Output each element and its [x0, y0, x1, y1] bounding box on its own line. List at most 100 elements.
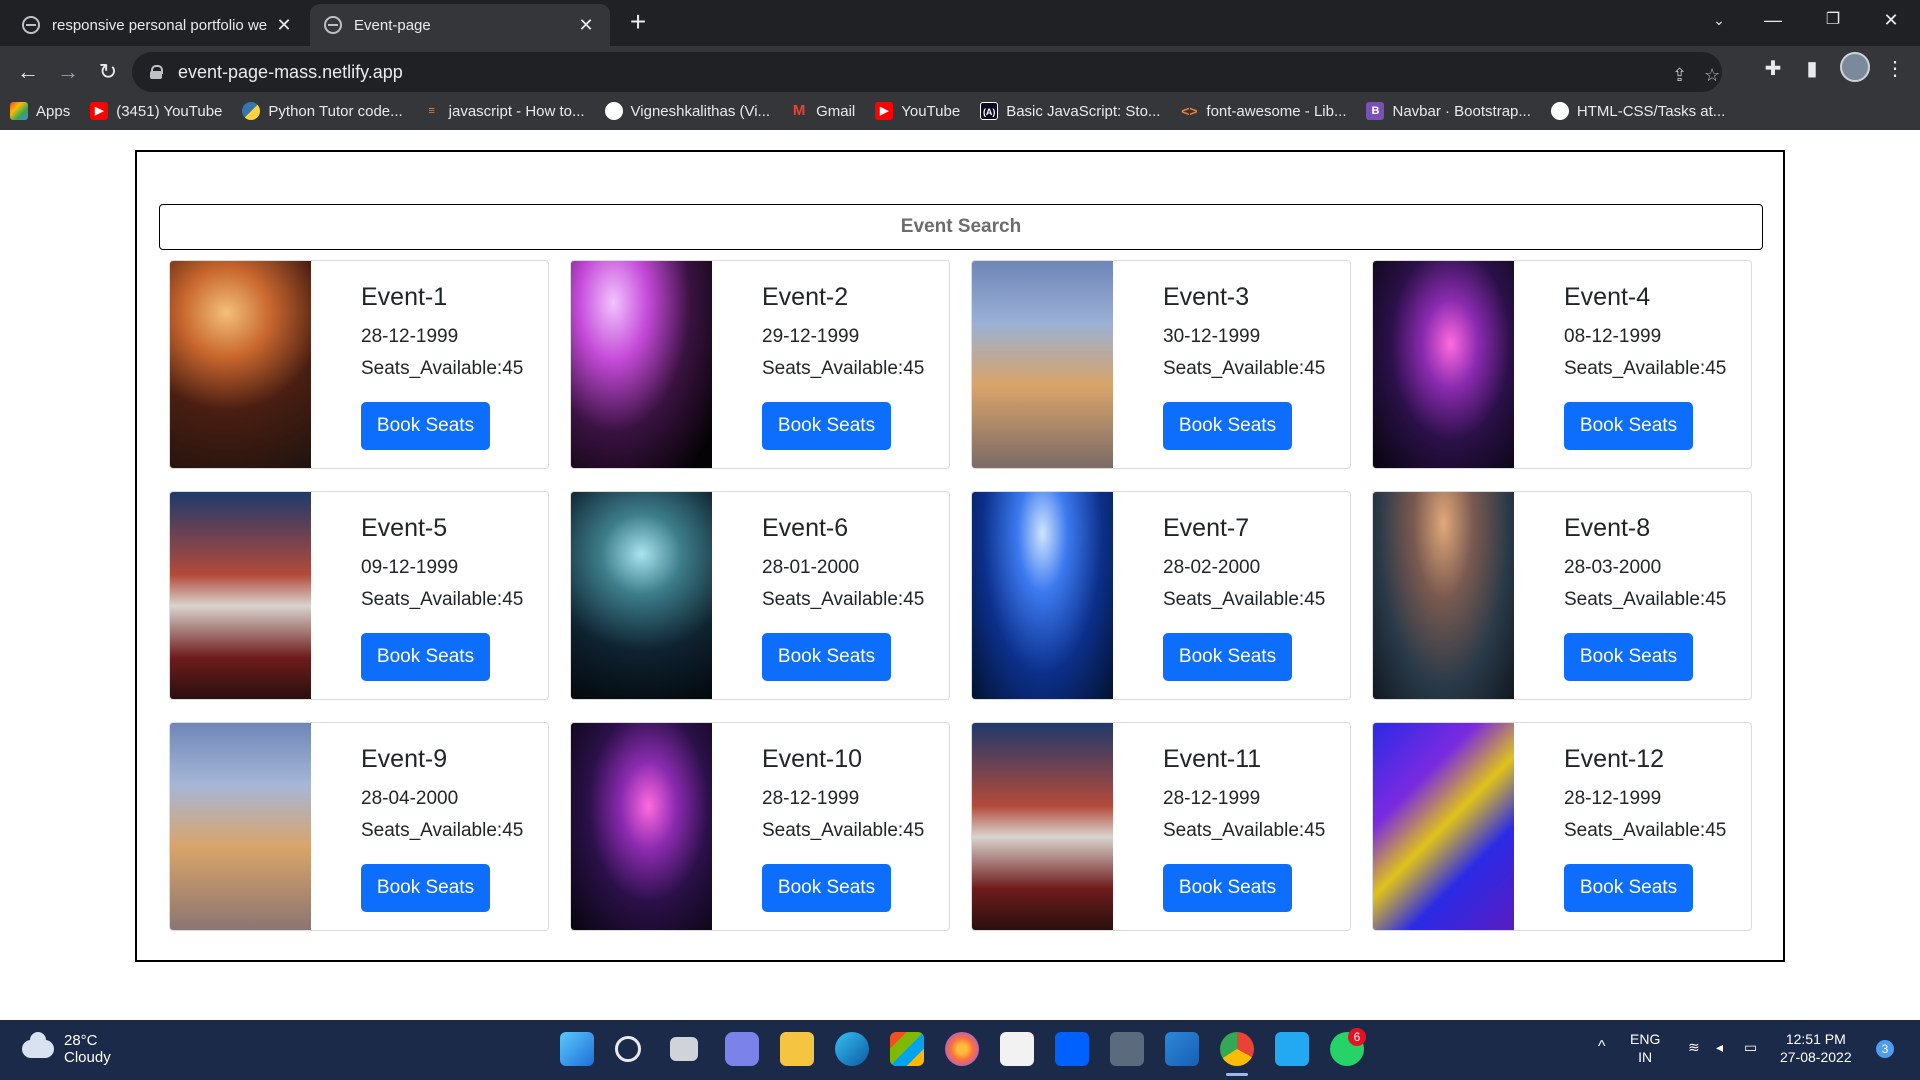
- event-title: Event-12: [1564, 745, 1665, 773]
- chrome-icon[interactable]: [1220, 1032, 1254, 1066]
- bookmark-label: HTML-CSS/Tasks at...: [1576, 102, 1726, 120]
- book-seats-button[interactable]: Book Seats: [762, 402, 891, 450]
- book-seats-button[interactable]: Book Seats: [1163, 633, 1292, 681]
- globe-icon: [324, 16, 342, 34]
- globe-icon: [22, 16, 40, 34]
- battery-icon[interactable]: ▭: [1744, 1038, 1757, 1056]
- file-explorer-icon[interactable]: [780, 1032, 814, 1066]
- card-body: Event-10 28-12-1999 Seats_Available:45 B…: [712, 723, 924, 930]
- book-seats-button[interactable]: Book Seats: [1564, 864, 1693, 912]
- event-image: [571, 492, 712, 699]
- profile-avatar[interactable]: [1840, 52, 1870, 82]
- tab-search-icon[interactable]: ⌄: [1692, 0, 1746, 40]
- vscode-icon[interactable]: [1275, 1032, 1309, 1066]
- bookmark-font-awesome[interactable]: <> font-awesome - Lib...: [1180, 102, 1346, 120]
- teams-chat-icon[interactable]: [725, 1032, 759, 1066]
- bookmark-bootstrap-navbar[interactable]: B Navbar · Bootstrap...: [1366, 102, 1531, 120]
- bookmark-freecodecamp[interactable]: (A) Basic JavaScript: Sto...: [980, 102, 1160, 120]
- weather-widget[interactable]: 28°C Cloudy: [22, 1032, 111, 1066]
- event-date: 08-12-1999: [1564, 326, 1662, 347]
- restore-icon[interactable]: ❐: [1806, 0, 1860, 40]
- todo-check-icon[interactable]: [1165, 1032, 1199, 1066]
- close-tab-icon[interactable]: ✕: [274, 15, 294, 36]
- bookmark-github-vigneshkalithas[interactable]: Vigneshkalithas (Vi...: [604, 102, 771, 120]
- tab-portfolio[interactable]: responsive personal portfolio we ✕: [8, 4, 308, 46]
- card-body: Event-7 28-02-2000 Seats_Available:45 Bo…: [1113, 492, 1325, 699]
- extensions-icon[interactable]: ✚: [1758, 56, 1788, 81]
- windows-taskbar: 28°C Cloudy 6 ^ ENG IN ≋ ◂ ▭ 12:51 PM 27…: [0, 1020, 1920, 1080]
- book-seats-button[interactable]: Book Seats: [1564, 633, 1693, 681]
- close-tab-icon[interactable]: ✕: [576, 15, 596, 36]
- tab-bar: responsive personal portfolio we ✕ Event…: [0, 0, 1920, 46]
- close-window-icon[interactable]: ✕: [1864, 0, 1918, 40]
- bookmark-stackoverflow[interactable]: ≡ javascript - How to...: [423, 102, 585, 120]
- firefox-icon[interactable]: [945, 1032, 979, 1066]
- task-view-icon[interactable]: [670, 1037, 698, 1061]
- book-seats-button[interactable]: Book Seats: [361, 864, 490, 912]
- wifi-icon[interactable]: ≋: [1688, 1038, 1700, 1056]
- event-image: [972, 261, 1113, 468]
- event-image: [170, 723, 311, 930]
- bookmark-star-icon[interactable]: ☆: [1704, 65, 1720, 86]
- event-card: Event-6 28-01-2000 Seats_Available:45 Bo…: [570, 491, 950, 700]
- calculator-icon[interactable]: [1110, 1032, 1144, 1066]
- bookmark-label: YouTube: [901, 102, 961, 120]
- volume-icon[interactable]: ◂: [1716, 1038, 1723, 1056]
- event-date: 28-03-2000: [1564, 557, 1662, 578]
- bookmark-label: Vigneshkalithas (Vi...: [630, 102, 771, 120]
- notification-count-badge[interactable]: 3: [1876, 1040, 1894, 1058]
- event-title: Event-5: [361, 514, 448, 542]
- dropbox-icon[interactable]: [1055, 1032, 1089, 1066]
- event-title: Event-6: [762, 514, 849, 542]
- bookmark-apps[interactable]: Apps: [10, 102, 70, 120]
- bookmark-label: javascript - How to...: [448, 102, 585, 120]
- chevron-up-icon[interactable]: ^: [1598, 1038, 1606, 1056]
- event-seats: Seats_Available:45: [1564, 358, 1727, 379]
- search-icon[interactable]: [615, 1036, 641, 1062]
- event-search-input[interactable]: [159, 204, 1763, 250]
- event-image: [972, 492, 1113, 699]
- book-seats-button[interactable]: Book Seats: [1163, 864, 1292, 912]
- event-title: Event-3: [1163, 283, 1250, 311]
- reload-icon[interactable]: ↻: [90, 54, 126, 90]
- forward-icon[interactable]: →: [50, 54, 86, 90]
- start-windows-icon[interactable]: [560, 1032, 594, 1066]
- event-date: 28-01-2000: [762, 557, 860, 578]
- menu-kebab-icon[interactable]: ⋮: [1880, 56, 1910, 81]
- card-body: Event-4 08-12-1999 Seats_Available:45 Bo…: [1514, 261, 1726, 468]
- event-title: Event-7: [1163, 514, 1250, 542]
- language-indicator[interactable]: ENG IN: [1630, 1030, 1660, 1066]
- clock[interactable]: 12:51 PM 27-08-2022: [1780, 1030, 1852, 1066]
- bookmark-github-html-css[interactable]: HTML-CSS/Tasks at...: [1550, 102, 1726, 120]
- tab-event-page[interactable]: Event-page ✕: [310, 4, 610, 46]
- event-seats: Seats_Available:45: [361, 589, 524, 610]
- book-seats-button[interactable]: Book Seats: [1564, 402, 1693, 450]
- bookmark-label: Navbar · Bootstrap...: [1392, 102, 1531, 120]
- book-seats-button[interactable]: Book Seats: [762, 633, 891, 681]
- event-seats: Seats_Available:45: [762, 589, 925, 610]
- side-panel-icon[interactable]: ▮: [1797, 56, 1827, 81]
- bookmark-youtube[interactable]: ▶ YouTube: [875, 102, 960, 120]
- back-icon[interactable]: ←: [10, 54, 46, 90]
- event-seats: Seats_Available:45: [1163, 589, 1326, 610]
- book-seats-button[interactable]: Book Seats: [762, 864, 891, 912]
- book-seats-button[interactable]: Book Seats: [361, 402, 490, 450]
- book-seats-button[interactable]: Book Seats: [1163, 402, 1292, 450]
- microsoft-store-icon[interactable]: [890, 1032, 924, 1066]
- bookmark-gmail[interactable]: M Gmail: [790, 102, 855, 120]
- event-card: Event-11 28-12-1999 Seats_Available:45 B…: [971, 722, 1351, 931]
- bookmarks-bar: Apps ▶ (3451) YouTube Python Tutor code.…: [10, 96, 1745, 126]
- bookmark-python-tutor[interactable]: Python Tutor code...: [242, 102, 403, 120]
- book-seats-button[interactable]: Book Seats: [361, 633, 490, 681]
- bookmark-youtube-3451[interactable]: ▶ (3451) YouTube: [90, 102, 222, 120]
- url-text: event-page-mass.netlify.app: [178, 61, 403, 82]
- edge-icon[interactable]: [835, 1032, 869, 1066]
- event-image: [1373, 261, 1514, 468]
- new-tab-button[interactable]: +: [622, 6, 654, 38]
- address-bar[interactable]: event-page-mass.netlify.app ⇪ ☆: [132, 52, 1722, 92]
- share-icon[interactable]: ⇪: [1672, 65, 1687, 86]
- youtube-icon: ▶: [875, 102, 894, 120]
- minimize-icon[interactable]: —: [1746, 0, 1800, 40]
- amazon-icon[interactable]: [1000, 1032, 1034, 1066]
- card-body: Event-6 28-01-2000 Seats_Available:45 Bo…: [712, 492, 924, 699]
